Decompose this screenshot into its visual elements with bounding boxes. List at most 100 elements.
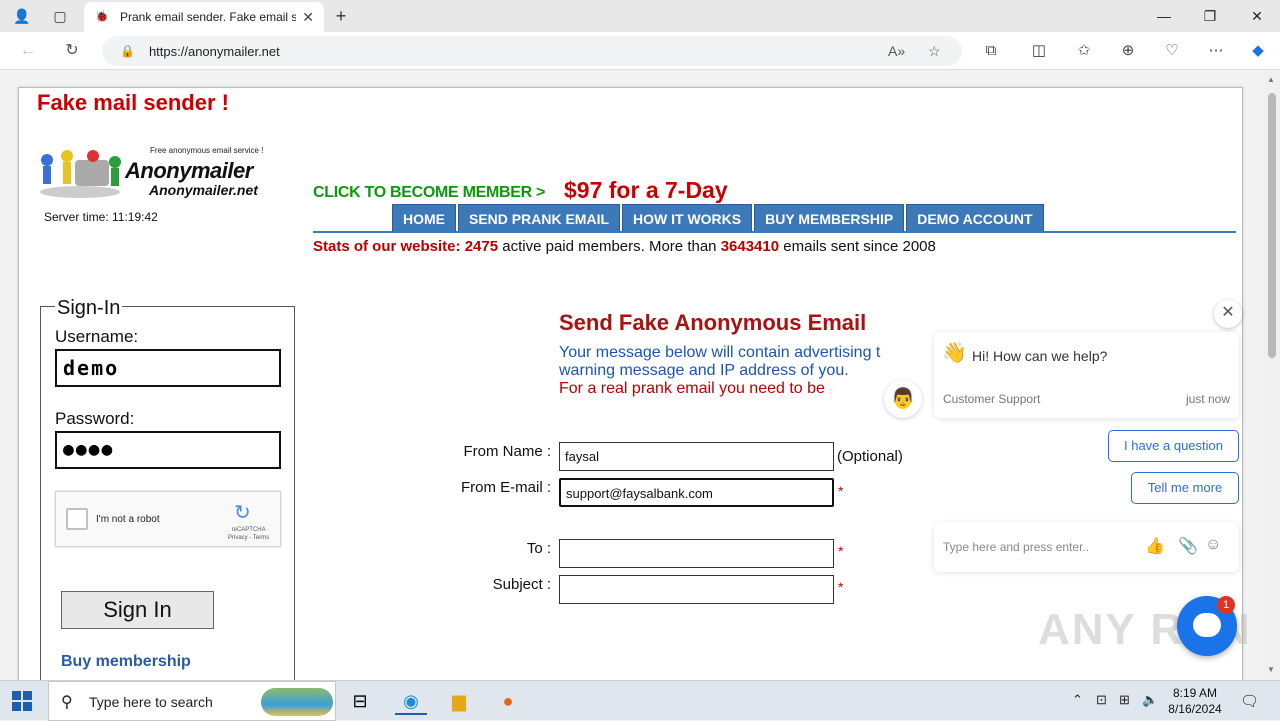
- from-name-input[interactable]: faysal: [559, 442, 834, 471]
- browser-tab-bar: 👤 ▢ 🐞 Prank email sender. Fake email se …: [0, 0, 1280, 32]
- notifications-icon[interactable]: 🗨: [1240, 692, 1259, 710]
- to-input[interactable]: [559, 539, 834, 568]
- scroll-thumb[interactable]: [1268, 93, 1276, 358]
- chat-input-box: Type here and press enter.. 👍 📎 ☺: [934, 522, 1239, 572]
- member-notice: For a real prank email you need to be: [559, 380, 825, 397]
- split-screen-icon[interactable]: ◫: [1028, 41, 1050, 61]
- scroll-down-icon[interactable]: ▼: [1267, 665, 1275, 674]
- nav-home[interactable]: HOME: [392, 204, 456, 232]
- clock-time: 8:19 AM: [1172, 686, 1218, 700]
- close-window-icon[interactable]: ✕: [1243, 4, 1271, 28]
- optional-hint: (Optional): [837, 448, 903, 465]
- network-icon[interactable]: ⊞: [1119, 692, 1130, 708]
- lock-icon[interactable]: 🔒: [120, 44, 135, 58]
- refresh-icon[interactable]: ↻: [62, 41, 82, 61]
- chat-close-icon[interactable]: ✕: [1214, 300, 1242, 328]
- from-email-label: From E-mail :: [461, 479, 551, 496]
- signin-panel: Sign-In Username: demo Password: ●●●● I'…: [40, 297, 295, 680]
- from-email-required: *: [838, 483, 844, 499]
- logo-name: Anonymailer: [125, 158, 253, 183]
- from-email-input[interactable]: support@faysalbank.com: [559, 478, 834, 507]
- edge-browser-icon[interactable]: ◉: [395, 687, 427, 715]
- chat-greeting: Hi! How can we help?: [972, 348, 1108, 364]
- emoji-icon[interactable]: ☺: [1205, 536, 1221, 554]
- buy-membership-link[interactable]: Buy membership: [61, 653, 191, 671]
- clock-date: 8/16/2024: [1168, 702, 1222, 716]
- new-tab-icon[interactable]: +: [331, 6, 351, 26]
- task-view-icon[interactable]: ⊟: [344, 687, 376, 715]
- firefox-icon[interactable]: ●: [492, 687, 524, 715]
- recaptcha-brand: reCAPTCHA Privacy - Terms: [228, 526, 269, 542]
- favorites-icon[interactable]: ✩: [1073, 41, 1095, 61]
- password-input[interactable]: ●●●●: [55, 431, 281, 469]
- stats-prefix: Stats of our website:: [313, 238, 461, 255]
- signin-button[interactable]: Sign In: [61, 591, 214, 629]
- tab-close-icon[interactable]: ✕: [302, 9, 314, 26]
- restore-icon[interactable]: ❐: [1196, 4, 1224, 28]
- username-input[interactable]: demo: [55, 349, 281, 387]
- logo-tagline: Free anonymous email service !: [150, 146, 264, 155]
- chat-launcher-button[interactable]: 1: [1177, 596, 1237, 656]
- browser-tab-active[interactable]: 🐞 Prank email sender. Fake email se ✕: [84, 2, 324, 32]
- tab-title: Prank email sender. Fake email se: [120, 10, 297, 24]
- minimize-icon[interactable]: —: [1150, 4, 1178, 28]
- tab-favicon-icon: 🐞: [95, 11, 109, 23]
- recaptcha-terms-link[interactable]: Privacy - Terms: [228, 534, 269, 542]
- thumbs-up-icon[interactable]: 👍: [1145, 536, 1165, 556]
- attachment-icon[interactable]: 📎: [1178, 536, 1198, 556]
- subject-required: *: [838, 579, 844, 595]
- recaptcha-logo-icon: ↻: [234, 502, 251, 524]
- page-viewport: Fake mail sender ! Free anonymous email …: [0, 71, 1280, 680]
- membership-price-link[interactable]: $97 for a 7-Day: [564, 177, 728, 204]
- nav-how-it-works[interactable]: HOW IT WORKS: [622, 204, 753, 232]
- nav-send-prank-email[interactable]: SEND PRANK EMAIL: [458, 204, 621, 232]
- search-icon: ⚲: [61, 694, 73, 711]
- signin-legend: Sign-In: [55, 297, 123, 320]
- chat-tell-more-button[interactable]: Tell me more: [1131, 472, 1239, 504]
- site-stats: Stats of our website: 2475 active paid m…: [313, 238, 936, 255]
- username-label: Username:: [55, 327, 139, 346]
- volume-icon[interactable]: 🔈: [1142, 692, 1158, 708]
- tab-actions-icon[interactable]: ▢: [50, 6, 70, 26]
- start-windows-icon[interactable]: [12, 691, 32, 711]
- stats-members: 2475: [464, 238, 499, 255]
- file-explorer-icon[interactable]: ▆: [443, 687, 475, 715]
- to-required: *: [838, 543, 844, 559]
- chat-input[interactable]: Type here and press enter..: [943, 540, 1089, 554]
- password-label: Password:: [55, 409, 135, 428]
- scroll-up-icon[interactable]: ▲: [1267, 75, 1275, 84]
- read-aloud-icon[interactable]: A»: [888, 36, 905, 66]
- taskbar-clock[interactable]: 8:19 AM 8/16/2024: [1160, 685, 1230, 717]
- main-nav: HOME SEND PRANK EMAIL HOW IT WORKS BUY M…: [392, 204, 1046, 232]
- site-logo[interactable]: Free anonymous email service ! Anonymail…: [35, 140, 275, 204]
- tray-chevron-icon[interactable]: ⌃: [1072, 692, 1083, 708]
- recaptcha-label: I'm not a robot: [96, 514, 160, 525]
- support-avatar-icon: 👨: [884, 380, 922, 418]
- nav-demo-account[interactable]: DEMO ACCOUNT: [906, 204, 1044, 232]
- extensions-icon[interactable]: ⧉: [980, 41, 1002, 61]
- collections-icon[interactable]: ⊕: [1117, 41, 1139, 61]
- recaptcha-checkbox[interactable]: [66, 508, 88, 530]
- favorite-star-icon[interactable]: ☆: [928, 36, 941, 66]
- from-name-label: From Name :: [463, 443, 551, 460]
- chat-question-button[interactable]: I have a question: [1108, 430, 1239, 462]
- profile-icon[interactable]: 👤: [12, 6, 32, 26]
- stats-suffix: emails sent since 2008: [779, 238, 936, 255]
- more-menu-icon[interactable]: ⋯: [1205, 41, 1227, 61]
- subject-input[interactable]: [559, 575, 834, 604]
- subject-label: Subject :: [492, 576, 551, 593]
- back-icon[interactable]: ←: [18, 41, 38, 61]
- copilot-icon[interactable]: ◆: [1247, 41, 1269, 61]
- logo-domain: Anonymailer.net: [149, 182, 258, 198]
- wave-hand-icon: 👋: [942, 342, 967, 364]
- taskbar-search[interactable]: ⚲ Type here to search: [48, 681, 336, 721]
- become-member-link[interactable]: CLICK TO BECOME MEMBER >: [313, 184, 545, 202]
- nav-buy-membership[interactable]: BUY MEMBERSHIP: [754, 204, 905, 232]
- browser-essentials-icon[interactable]: ♡: [1161, 41, 1183, 61]
- advertising-notice-text: Your message below will contain advertis…: [559, 344, 881, 379]
- address-bar[interactable]: 🔒 https://anonymailer.net A» ☆: [102, 36, 962, 66]
- page-scrollbar[interactable]: ▲ ▼: [1264, 71, 1280, 680]
- tray-device-icon[interactable]: ⊡: [1096, 692, 1107, 708]
- browser-toolbar: ← ↻ 🔒 https://anonymailer.net A» ☆ ⧉ ◫ ✩…: [0, 32, 1280, 70]
- to-label: To :: [526, 540, 551, 557]
